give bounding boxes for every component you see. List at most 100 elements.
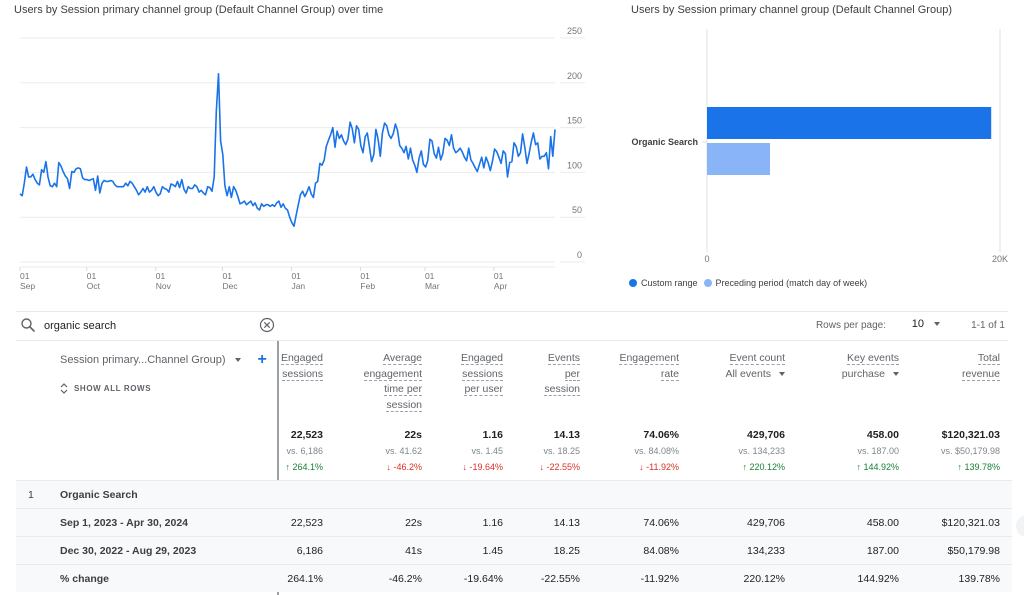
column-header-label: Events [547,352,580,365]
y-tick-label: 250 [567,26,582,36]
column-header[interactable]: Key events purchase [842,351,899,382]
metric-filter-value: All events [725,367,771,380]
percent-change: ↓ -19.64% [462,462,503,472]
metric-filter-value: purchase [841,367,885,380]
column-total: $120,321.03 vs. $50,179.98 ↑ 139.78% [941,427,1000,475]
line-chart: 050100150200250 01Sep01Oct01Nov01Dec01Ja… [19,26,585,291]
comparison-value: vs. 84.08% [634,446,679,456]
column-header-label: sessions [282,367,323,381]
table-cell: 1.16 [482,517,503,529]
divider [16,340,1008,341]
table-cell: 139.78% [958,573,1000,585]
table-cell: 74.06% [643,517,679,529]
category-label: Organic Search [631,137,698,147]
percent-change: ↑ 220.12% [742,462,785,472]
y-tick-label: 50 [572,205,582,215]
table-cell: 22s [405,517,422,529]
bar-preceding-period[interactable] [707,143,770,175]
row-index: 1 [28,489,34,501]
x-tick-label: 01 [156,271,166,281]
y-tick-label: 100 [567,160,582,170]
table-cell: -46.2% [388,573,422,585]
search-input[interactable] [44,316,264,336]
show-all-rows-button[interactable]: SHOW ALL ROWS [60,383,151,394]
clear-search-icon[interactable] [259,317,275,333]
table-cell: 458.00 [866,517,899,529]
column-header-label: Engaged [280,352,323,365]
add-dimension-button[interactable]: + [257,352,266,368]
legend-label: Preceding period (match day of week) [715,278,868,288]
x-tick-label: Jan [291,281,305,291]
table-cell: 14.13 [553,517,580,529]
legend-label: Custom range [641,278,698,288]
table-cell: $50,179.98 [947,545,1000,557]
column-total: 429,706 vs. 134,233 ↑ 220.12% [738,427,785,475]
expand-icon [60,383,68,394]
table-cell: 187.00 [866,545,899,557]
table-row[interactable]: % change 264.1% -46.2% -19.64% -22.55% -11.92… [16,564,1012,592]
bar-chart: Organic Search 0 20K [631,29,1008,264]
table-row[interactable]: Sep 1, 2023 - Apr 30, 2024 22,523 22s 1.16 1… [16,508,1012,536]
table-cell: 18.25 [553,545,580,557]
column-header[interactable]: Total revenue [962,351,1000,382]
table-row[interactable]: Dec 30, 2022 - Aug 29, 2023 6,186 41s 1.45 1… [16,536,1012,564]
column-header-label: Key events [847,352,899,365]
series-line-organic-search[interactable] [19,73,556,227]
x-tick-label: Mar [425,281,440,291]
x-tick-label: Oct [87,281,101,291]
side-panel-handle[interactable] [1016,515,1024,537]
column-header-label: Event count [729,352,785,365]
column-header[interactable]: Events per session [544,351,580,398]
column-header-label: revenue [962,367,1000,381]
bar-chart-title: Users by Session primary channel group (… [631,4,952,16]
metric-filter-select[interactable]: purchase [842,367,899,383]
dimension-header-label: Session primary...Channel Group) [60,354,226,366]
bar-custom-range[interactable] [707,107,992,139]
table-cell: 6,186 [296,545,323,557]
column-header[interactable]: Engaged sessions [280,351,323,382]
table-cell: $120,321.03 [941,517,1000,529]
x-tick-label: 20K [992,254,1008,264]
rows-per-page-select[interactable]: 10 [912,318,940,330]
chevron-down-icon [893,372,899,377]
search-icon [21,318,35,332]
column-header-label: Average [383,352,422,365]
row-dimension-value: % change [60,573,110,585]
column-header[interactable]: Engaged sessions per user [460,351,503,398]
x-tick-label: Nov [156,281,172,291]
chevron-down-icon [779,372,785,377]
table-cell: 264.1% [287,573,323,585]
line-chart-title: Users by Session primary channel group (… [14,4,384,16]
total-value: 22s [404,429,422,441]
legend-item-preceding-period[interactable]: Preceding period (match day of week) [703,278,868,288]
x-tick-label: Sep [20,281,35,291]
chevron-down-icon[interactable] [235,358,242,362]
row-dimension-value: Dec 30, 2022 - Aug 29, 2023 [60,545,197,557]
total-value: 14.13 [553,429,580,441]
legend-item-custom-range[interactable]: Custom range [629,278,698,288]
metric-filter-select[interactable]: All events [725,367,785,383]
column-header[interactable]: Engagement rate [619,351,679,382]
column-total: 74.06% vs. 84.08% ↓ -11.92% [634,427,679,475]
percent-change: ↓ -11.92% [639,462,679,472]
percent-change: ↑ 139.78% [957,462,1000,472]
comparison-value: vs. 1.45 [471,446,503,456]
column-header[interactable]: Average engagement time per session [363,351,422,413]
y-tick-label: 200 [567,71,582,81]
column-header-label: engagement [363,367,422,381]
x-tick-label: 01 [360,271,370,281]
x-tick-label: 01 [425,271,435,281]
x-tick-label: 0 [704,254,709,264]
dimension-header[interactable]: Session primary...Channel Group) + [60,352,267,368]
column-header[interactable]: Event count All events [725,351,785,382]
comparison-value: vs. 6,186 [286,446,323,456]
x-tick-label: 01 [291,271,301,281]
column-header-label: per [564,367,580,381]
table-row-group[interactable]: 1 Organic Search [16,480,1012,508]
chevron-down-icon [934,322,940,326]
y-tick-label: 150 [567,116,582,126]
column-total: 22,523 vs. 6,186 ↑ 264.1% [285,427,323,475]
table-cell: -22.55% [540,573,580,585]
comparison-value: vs. 134,233 [738,446,785,456]
column-header-label: session [544,383,580,396]
